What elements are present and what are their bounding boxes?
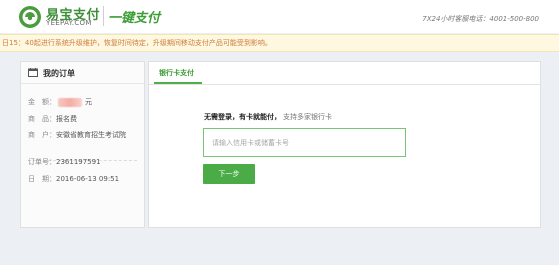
payment-panel: 银行卡支付 无需登录，有卡就能付，支持多家银行卡 下一步 [148,61,541,228]
order-summary-header: 我的订单 [21,62,144,84]
order-date-row: 日 期：2016-06-13 09:51 [28,174,119,184]
card-number-input[interactable] [203,128,406,157]
brand-name-en: YEEPAY.COM [46,19,92,27]
yeepay-logo-icon [19,6,41,28]
order-number-row: 订单号：2361197591 [28,157,101,167]
headline-sub: 支持多家银行卡 [283,113,332,121]
next-step-button[interactable]: 下一步 [203,164,255,184]
amount-unit: 元 [85,98,92,106]
payment-headline: 无需登录，有卡就能付， 支持多家银行卡 [204,112,332,122]
order-summary-title: 我的订单 [43,69,75,78]
amount-value-blurred [58,97,82,107]
tab-bank-card[interactable]: 银行卡支付 [159,68,194,78]
headline-bold: 无需登录，有卡就能付， [204,113,281,121]
logo-divider [103,6,104,26]
order-amount-row: 金 额： 元 [28,97,92,107]
calendar-icon [28,68,38,77]
order-product-row: 商 品：报名费 [28,114,77,124]
product-logo: 一键支付 [108,11,161,26]
date-value: 2016-06-13 09:51 [56,175,120,183]
header-bar: 易宝支付 YEEPAY.COM 一键支付 7X24小时客服电话：4001-500… [0,0,559,33]
order-no-value: 2361197591 [56,158,101,166]
tab-active-indicator [154,82,202,84]
payment-tabs: 银行卡支付 [149,62,540,85]
date-label: 日 期： [28,175,56,183]
merchant-label: 商 户： [28,131,56,139]
product-value: 报名费 [56,115,77,123]
order-merchant-row: 商 户：安徽省教育招生考试院 [28,130,126,140]
amount-label: 金 额： [28,98,56,106]
notice-text: 日15：40起进行系统升级维护，恢复时间待定，升级期间移动支付产品可能受到影响。 [2,39,272,47]
hotline-text: 7X24小时客服电话：4001-500-800 [422,15,539,23]
product-label: 商 品： [28,115,56,123]
order-no-label: 订单号： [28,158,56,166]
merchant-value: 安徽省教育招生考试院 [56,131,126,139]
order-summary-panel: 我的订单 金 额： 元 商 品：报名费 商 户：安徽省教育招生考试院 订单号：23… [20,61,145,228]
maintenance-notice: 日15：40起进行系统升级维护，恢复时间待定，升级期间移动支付产品可能受到影响。 [0,34,559,52]
